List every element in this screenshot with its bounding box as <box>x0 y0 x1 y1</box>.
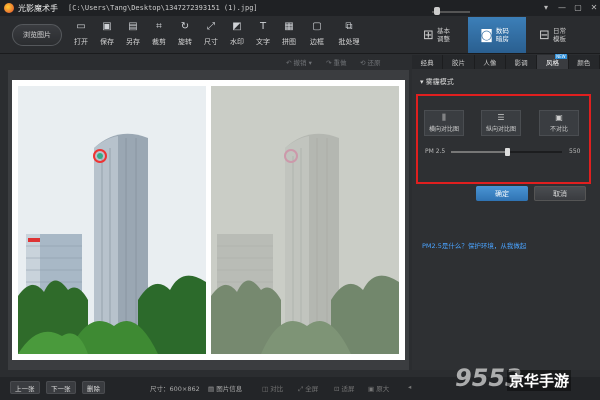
fullscreen-icon: ⤢ <box>298 385 304 393</box>
template-icon: ⊟ <box>539 27 550 43</box>
menu-dropdown-icon[interactable]: ▾ <box>540 2 552 13</box>
batch-icon: ⧉ <box>345 21 353 32</box>
compare-icon: ◫ <box>262 385 269 393</box>
confirm-button[interactable]: 确定 <box>476 186 528 201</box>
tab-film[interactable]: 胶片 <box>443 55 475 69</box>
slider-fill <box>451 151 507 153</box>
resize-icon: ⤢ <box>207 21 215 32</box>
next-image-button[interactable]: 下一张 <box>46 381 76 394</box>
folder-icon: ▭ <box>76 21 86 32</box>
section-title[interactable]: ▾ 雾霾模式 <box>420 77 454 87</box>
collage-icon: ▦ <box>284 21 294 32</box>
tab-tone[interactable]: 影调 <box>506 55 538 69</box>
watermark-text: 京华手游 <box>507 370 572 391</box>
app-name: 光影魔术手 <box>18 3 58 13</box>
tab-digital-darkroom[interactable]: ◙ 数码暗房 <box>468 17 526 53</box>
tool-batch[interactable]: ⧉ 批处理 <box>336 21 362 47</box>
fit-icon: ⊡ <box>334 385 340 393</box>
panel-tabs: 经典 胶片 人像 影调 风格 NEW 颜色 <box>412 54 600 69</box>
cancel-button[interactable]: 取消 <box>534 186 586 201</box>
image-size: 尺寸：600×862 <box>150 385 200 393</box>
text-icon: T <box>259 21 267 32</box>
window-controls: ▾ — ▢ ✕ <box>540 2 600 13</box>
save-as-icon: ▤ <box>128 21 138 32</box>
vertical-split-icon: ☰ <box>497 113 505 122</box>
vertical-compare-button[interactable]: ☰ 纵向对比图 <box>481 110 521 136</box>
pm25-info-link[interactable]: PM2.5是什么？保护环境，从我做起 <box>422 240 526 250</box>
edit-bar: ↶ 撤销 ▾ ↷ 重做 ⟲ 还原 <box>8 55 408 69</box>
tab-style[interactable]: 风格 NEW <box>537 54 569 69</box>
pm25-label: PM 2.5 <box>425 148 446 155</box>
file-path: [C:\Users\Tang\Desktop\1347272393151 (1)… <box>68 4 258 12</box>
tab-daily-templates[interactable]: ⊟ 日常模板 <box>526 17 584 53</box>
restore-button[interactable]: ⟲ 还原 <box>360 57 381 67</box>
zoom-out-icon[interactable]: ◂ <box>408 383 411 391</box>
single-image-icon: ▣ <box>555 113 563 122</box>
slider-thumb[interactable] <box>505 148 510 156</box>
save-icon: ▣ <box>102 21 112 32</box>
app-logo-icon <box>4 3 14 13</box>
browse-images-button[interactable]: 浏览图片 <box>12 24 62 46</box>
mode-tabs: ⊞ 基本调整 ◙ 数码暗房 ⊟ 日常模板 <box>410 17 584 53</box>
tab-classic[interactable]: 经典 <box>412 55 444 69</box>
original-size-button[interactable]: ▣ 原大 <box>368 383 389 393</box>
image-info-button[interactable]: ▤ 图片信息 <box>208 383 242 393</box>
tool-save[interactable]: ▣ 保存 <box>94 21 120 47</box>
processed-photo <box>211 86 399 354</box>
tab-color[interactable]: 颜色 <box>569 55 600 69</box>
tool-border[interactable]: ▢ 边框 <box>304 21 330 47</box>
tool-rotate[interactable]: ↻ 旋转 <box>172 21 198 47</box>
new-badge: NEW <box>555 54 567 59</box>
prev-image-button[interactable]: 上一张 <box>10 381 40 394</box>
tool-watermark[interactable]: ◩ 水印 <box>224 21 250 47</box>
tool-resize[interactable]: ⤢ 尺寸 <box>198 21 224 47</box>
rotate-icon: ↻ <box>180 21 190 32</box>
redo-button[interactable]: ↷ 重做 <box>326 57 347 67</box>
tool-crop[interactable]: ⌗ 裁剪 <box>146 21 172 47</box>
horizontal-split-icon: ⫼ <box>442 113 446 122</box>
tool-save-as[interactable]: ▤ 另存 <box>120 21 146 47</box>
highlight-box <box>416 94 591 184</box>
delete-button[interactable]: 删除 <box>82 381 105 394</box>
no-compare-button[interactable]: ▣ 不对比 <box>539 110 579 136</box>
close-icon[interactable]: ✕ <box>588 2 600 13</box>
tab-basic-adjust[interactable]: ⊞ 基本调整 <box>410 17 468 53</box>
adjust-icon: ⊞ <box>423 27 434 43</box>
maximize-icon[interactable]: ▢ <box>572 2 584 13</box>
compare-frame <box>12 80 405 360</box>
zoom-thumb[interactable] <box>434 7 440 15</box>
pm25-value: 550 <box>569 148 581 155</box>
horizontal-compare-button[interactable]: ⫼ 横向对比图 <box>424 110 464 136</box>
camera-icon: ◙ <box>480 27 493 43</box>
border-icon: ▢ <box>312 21 322 32</box>
original-photo <box>18 86 206 354</box>
fit-screen-button[interactable]: ⊡ 适屏 <box>334 383 355 393</box>
tool-text[interactable]: T 文字 <box>250 21 276 47</box>
site-watermark: 9553 京华手游 <box>455 362 600 400</box>
tab-portrait[interactable]: 人像 <box>475 55 506 69</box>
tool-collage[interactable]: ▦ 拼图 <box>276 21 302 47</box>
minimize-icon[interactable]: — <box>556 2 568 13</box>
title-bar: 光影魔术手 [C:\Users\Tang\Desktop\13472723931… <box>0 0 600 16</box>
undo-button[interactable]: ↶ 撤销 ▾ <box>286 57 312 67</box>
tool-open[interactable]: ▭ 打开 <box>68 21 94 47</box>
crop-icon: ⌗ <box>156 21 162 32</box>
original-size-icon: ▣ <box>368 385 375 393</box>
pm25-slider[interactable] <box>451 148 562 156</box>
image-canvas[interactable] <box>8 70 409 370</box>
info-icon: ▤ <box>208 385 215 393</box>
compare-button[interactable]: ◫ 对比 <box>262 383 283 393</box>
watermark-icon: ◩ <box>232 21 242 32</box>
fullscreen-button[interactable]: ⤢ 全屏 <box>298 383 318 394</box>
